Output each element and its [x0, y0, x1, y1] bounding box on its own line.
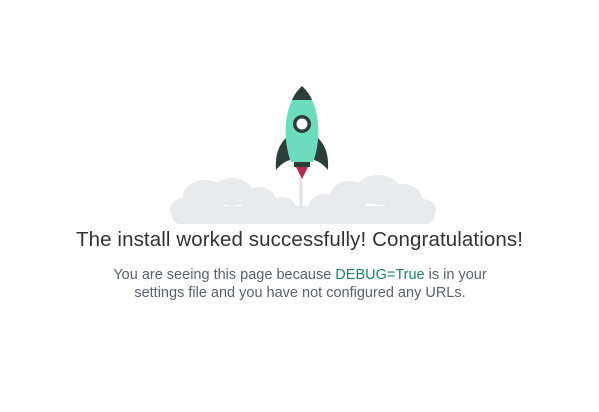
success-headline: The install worked successfully! Congrat…: [76, 228, 523, 251]
rocket-icon: [275, 86, 329, 179]
install-success-page: The install worked successfully! Congrat…: [0, 0, 599, 412]
debug-explanation: You are seeing this page because DEBUG=T…: [110, 267, 490, 302]
debug-setting-value: DEBUG=True: [335, 267, 425, 283]
rocket-illustration: [170, 86, 436, 224]
explanation-text-before: You are seeing this page because: [113, 267, 336, 283]
cloud-icon: [170, 175, 436, 224]
